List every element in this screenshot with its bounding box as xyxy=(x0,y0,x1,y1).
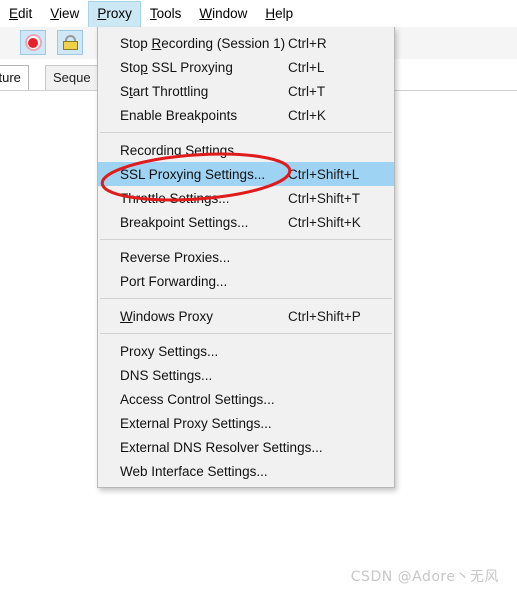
menu-item-web-interface-settings[interactable]: Web Interface Settings... xyxy=(98,459,394,483)
menu-item-start-throttling[interactable]: Start Throttling Ctrl+T xyxy=(98,79,394,103)
menu-item-label: Throttle Settings... xyxy=(120,190,230,206)
menu-separator xyxy=(100,298,392,299)
menu-item-label: Stop SSL Proxying xyxy=(120,59,233,75)
menu-item-accelerator: Ctrl+T xyxy=(288,83,326,99)
proxy-dropdown-menu[interactable]: Stop Recording (Session 1) Ctrl+R Stop SSL… xyxy=(97,27,395,488)
menu-separator xyxy=(100,132,392,133)
menu-item-label: Proxy Settings... xyxy=(120,343,219,359)
menubar-item-edit[interactable]: Edit xyxy=(0,1,41,27)
menu-item-accelerator: Ctrl+Shift+T xyxy=(288,190,361,206)
menu-item-throttle-settings[interactable]: Throttle Settings... Ctrl+Shift+T xyxy=(98,186,394,210)
menu-item-port-forwarding[interactable]: Port Forwarding... xyxy=(98,269,394,293)
menu-item-accelerator: Ctrl+L xyxy=(288,59,325,75)
menubar-item-proxy[interactable]: Proxy xyxy=(88,0,141,27)
menu-separator xyxy=(100,239,392,240)
menu-item-recording-settings[interactable]: Recording Settings... xyxy=(98,138,394,162)
menu-item-label: Reverse Proxies... xyxy=(120,249,231,265)
menubar-item-help[interactable]: Help xyxy=(256,1,302,27)
menu-item-label: Recording Settings... xyxy=(120,142,246,158)
menu-item-accelerator: Ctrl+Shift+K xyxy=(288,214,361,230)
menu-separator xyxy=(100,333,392,334)
padlock-icon xyxy=(62,35,78,50)
menu-item-label: Stop Recording (Session 1) xyxy=(120,35,286,51)
menu-item-external-dns-resolver-settings[interactable]: External DNS Resolver Settings... xyxy=(98,435,394,459)
menu-item-ssl-proxying-settings[interactable]: SSL Proxying Settings... Ctrl+Shift+L xyxy=(98,162,394,186)
menu-item-accelerator: Ctrl+Shift+L xyxy=(288,166,360,182)
menu-item-accelerator: Ctrl+R xyxy=(288,35,327,51)
tab-structure[interactable]: cture xyxy=(0,65,29,90)
menu-item-proxy-settings[interactable]: Proxy Settings... xyxy=(98,339,394,363)
menu-item-enable-breakpoints[interactable]: Enable Breakpoints Ctrl+K xyxy=(98,103,394,127)
menu-item-windows-proxy[interactable]: Windows Proxy Ctrl+Shift+P xyxy=(98,304,394,328)
menu-item-stop-recording-session-1[interactable]: Stop Recording (Session 1) Ctrl+R xyxy=(98,31,394,55)
menu-item-label: SSL Proxying Settings... xyxy=(120,166,266,182)
menu-item-label: External DNS Resolver Settings... xyxy=(120,439,323,455)
menu-item-access-control-settings[interactable]: Access Control Settings... xyxy=(98,387,394,411)
tab-structure-label: cture xyxy=(0,70,21,85)
menubar-item-view[interactable]: View xyxy=(41,1,88,27)
menu-item-label: Access Control Settings... xyxy=(120,391,275,407)
menu-item-stop-ssl-proxying[interactable]: Stop SSL Proxying Ctrl+L xyxy=(98,55,394,79)
record-button[interactable] xyxy=(20,30,46,55)
menu-item-label: Windows Proxy xyxy=(120,308,214,324)
menu-item-dns-settings[interactable]: DNS Settings... xyxy=(98,363,394,387)
record-circle-icon xyxy=(24,34,42,51)
menu-item-accelerator: Ctrl+K xyxy=(288,107,326,123)
menu-item-label: Port Forwarding... xyxy=(120,273,228,289)
menu-item-reverse-proxies[interactable]: Reverse Proxies... xyxy=(98,245,394,269)
menu-item-label: Start Throttling xyxy=(120,83,209,99)
menubar-item-tools[interactable]: Tools xyxy=(141,1,191,27)
tab-sequence-label: Seque xyxy=(53,70,91,85)
menu-item-accelerator: Ctrl+Shift+P xyxy=(288,308,361,324)
menubar-item-window[interactable]: Window xyxy=(190,1,256,27)
menu-item-label: DNS Settings... xyxy=(120,367,213,383)
menu-bar: Edit View Proxy Tools Window Help xyxy=(0,0,517,28)
menu-item-label: External Proxy Settings... xyxy=(120,415,272,431)
menu-item-external-proxy-settings[interactable]: External Proxy Settings... xyxy=(98,411,394,435)
watermark: CSDN @Adore丶无风 xyxy=(350,569,499,585)
menu-item-breakpoint-settings[interactable]: Breakpoint Settings... Ctrl+Shift+K xyxy=(98,210,394,234)
tab-sequence[interactable]: Seque xyxy=(45,65,99,90)
menu-item-label: Enable Breakpoints xyxy=(120,107,238,123)
ssl-proxying-button[interactable] xyxy=(57,30,83,55)
menu-item-label: Web Interface Settings... xyxy=(120,463,268,479)
menu-item-label: Breakpoint Settings... xyxy=(120,214,249,230)
